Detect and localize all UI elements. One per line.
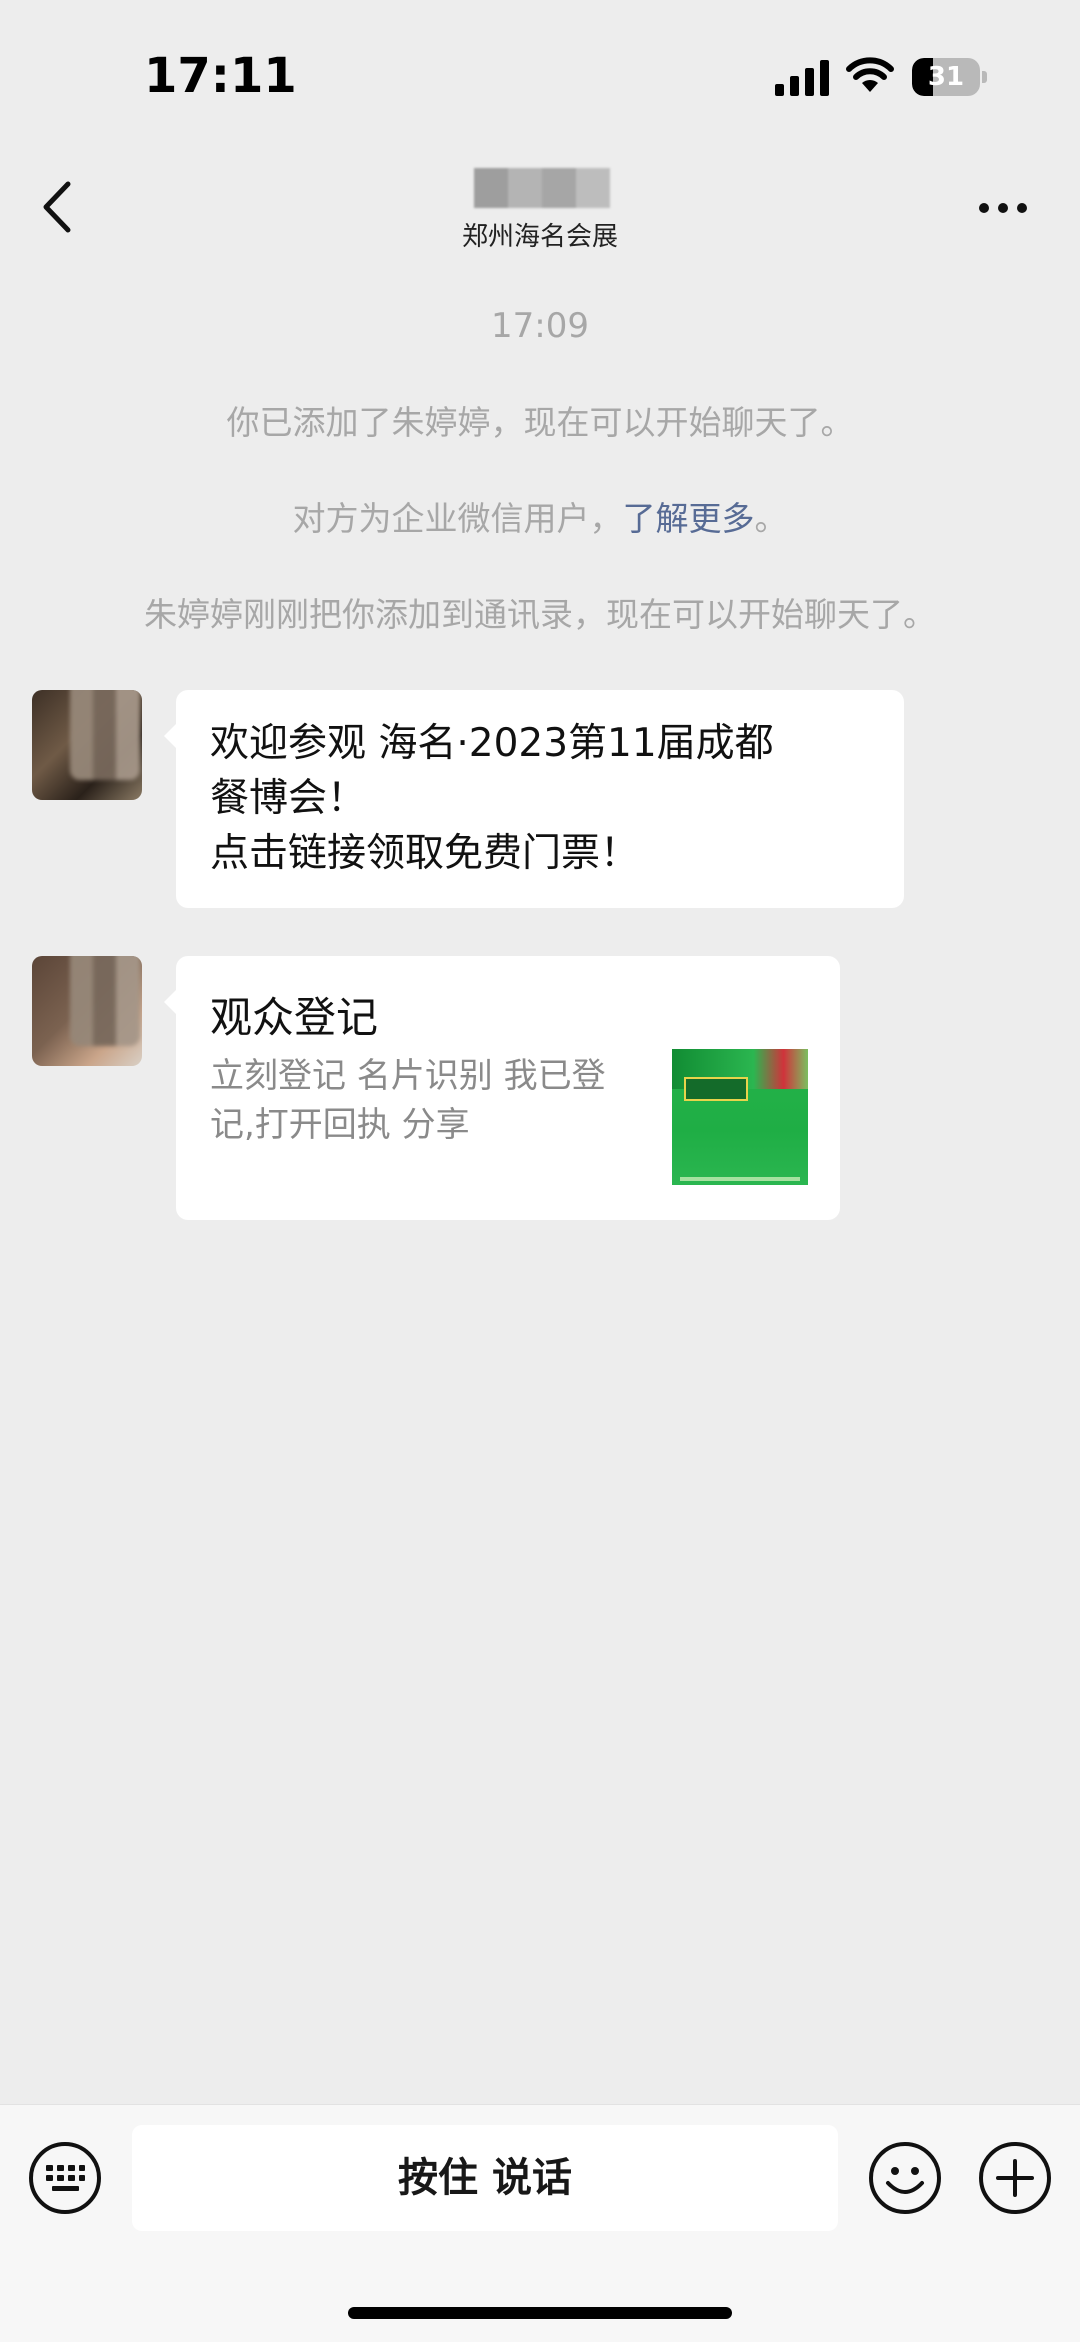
avatar[interactable] xyxy=(32,690,142,800)
wifi-icon xyxy=(846,57,894,92)
message-bubble[interactable]: 欢迎参观 海名·2023第11届成都 餐博会！ 点击链接领取免费门票！ xyxy=(164,690,904,908)
hold-to-talk-button[interactable]: 按住 说话 xyxy=(132,2125,838,2231)
card-title: 观众登记 xyxy=(210,993,379,1042)
plus-icon[interactable] xyxy=(978,2141,1052,2215)
system-message-added: 你已添加了朱婷婷，现在可以开始聊天了。 xyxy=(226,403,854,442)
card-description: 立刻登记 名片识别 我已登记,打开回执 分享 xyxy=(210,1056,606,1145)
status-time: 17:11 xyxy=(144,48,297,104)
link-card[interactable]: 观众登记 立刻登记 名片识别 我已登记,打开回执 分享 xyxy=(164,956,840,1220)
keyboard-icon[interactable] xyxy=(28,2141,102,2215)
enterprise-prefix: 对方为企业微信用户， xyxy=(292,499,623,538)
status-bar: 17:11 31 xyxy=(0,0,1080,150)
chat-timestamp: 17:09 xyxy=(491,306,589,346)
battery-level: 31 xyxy=(927,62,965,92)
home-indicator[interactable] xyxy=(348,2307,732,2319)
more-icon[interactable] xyxy=(976,196,1030,220)
card-thumbnail xyxy=(672,1049,808,1185)
back-icon[interactable] xyxy=(38,180,78,234)
enterprise-suffix: 。 xyxy=(754,499,788,538)
emoji-icon[interactable] xyxy=(868,2141,942,2215)
nav-subtitle: 郑州海名会展 xyxy=(461,222,618,252)
contact-name-redacted xyxy=(474,168,610,208)
learn-more-link[interactable]: 了解更多 xyxy=(623,499,755,538)
avatar[interactable] xyxy=(32,956,142,1066)
signal-icon xyxy=(775,60,829,96)
system-message-enterprise: 对方为企业微信用户，了解更多。 xyxy=(0,492,1080,540)
system-message-contact-added: 朱婷婷刚刚把你添加到通讯录，现在可以开始聊天了。 xyxy=(144,595,936,634)
message-text: 欢迎参观 海名·2023第11届成都 餐博会！ 点击链接领取免费门票！ xyxy=(210,721,774,876)
battery-icon: 31 xyxy=(912,58,987,96)
